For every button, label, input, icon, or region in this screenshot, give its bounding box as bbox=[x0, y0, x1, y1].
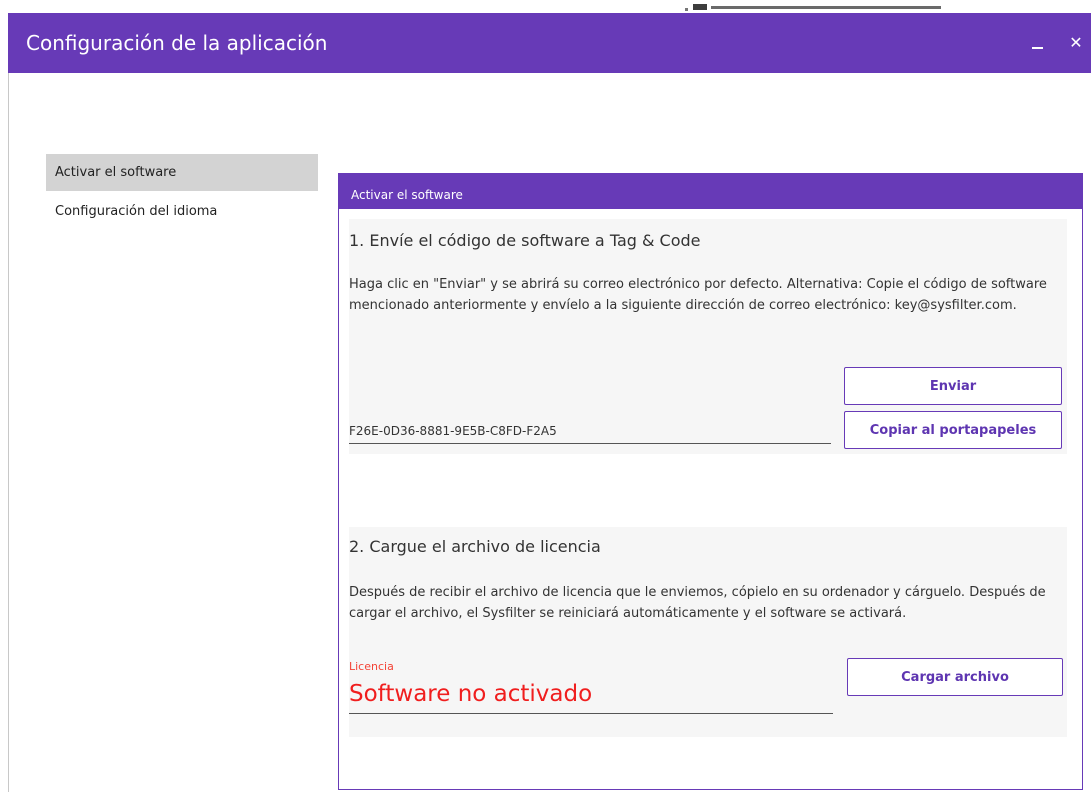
background-app-strip bbox=[685, 0, 955, 12]
minimize-icon bbox=[1032, 47, 1043, 49]
copy-to-clipboard-button[interactable]: Copiar al portapapeles bbox=[844, 411, 1062, 449]
software-code-field[interactable] bbox=[349, 419, 831, 444]
close-button[interactable]: ✕ bbox=[1062, 27, 1090, 59]
settings-window: Configuración de la aplicación ✕ Activar… bbox=[8, 13, 1091, 792]
window-title: Configuración de la aplicación bbox=[26, 31, 328, 55]
title-bar[interactable]: Configuración de la aplicación ✕ bbox=[8, 13, 1091, 73]
license-status-field: Software no activado bbox=[349, 677, 833, 714]
step2-description: Después de recibir el archivo de licenci… bbox=[349, 585, 1046, 621]
background-icon bbox=[693, 4, 707, 10]
upload-file-button[interactable]: Cargar archivo bbox=[847, 658, 1063, 696]
sidebar-item-language-settings[interactable]: Configuración del idioma bbox=[46, 193, 318, 230]
step2-title: 2. Cargue el archivo de licencia bbox=[349, 537, 601, 556]
upload-license-section: 2. Cargue el archivo de licencia Después… bbox=[349, 527, 1067, 737]
sidebar-item-label: Configuración del idioma bbox=[55, 204, 218, 219]
step1-title: 1. Envíe el código de software a Tag & C… bbox=[349, 231, 701, 250]
activation-panel: Activar el software 1. Envíe el código d… bbox=[338, 173, 1083, 790]
sidebar: Activar el software Configuración del id… bbox=[46, 154, 318, 230]
send-button[interactable]: Enviar bbox=[844, 367, 1062, 405]
sidebar-item-label: Activar el software bbox=[55, 165, 177, 180]
step1-description: Haga clic en "Enviar" y se abrirá su cor… bbox=[349, 277, 1047, 313]
panel-header: Activar el software bbox=[339, 174, 1082, 209]
license-label: Licencia bbox=[349, 660, 394, 673]
window-border bbox=[8, 73, 9, 792]
sidebar-item-activate-software[interactable]: Activar el software bbox=[46, 154, 318, 191]
send-code-section: 1. Envíe el código de software a Tag & C… bbox=[349, 219, 1067, 454]
close-icon: ✕ bbox=[1069, 33, 1083, 52]
minimize-button[interactable] bbox=[1024, 27, 1052, 59]
background-dot bbox=[685, 8, 688, 11]
background-text-line bbox=[711, 6, 941, 9]
